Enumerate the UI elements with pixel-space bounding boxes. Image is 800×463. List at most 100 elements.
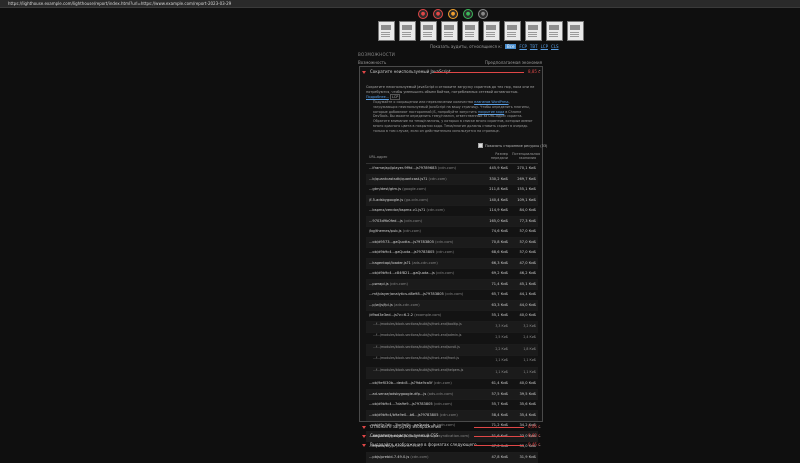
show-third-party-toggle[interactable]: Показать сторонние ресурсы (33) (478, 143, 547, 148)
audit-row[interactable]: Сократите неиспользуемый CSS0,63 с⌄ (362, 432, 542, 440)
table-subrow[interactable]: ...f.../modules/block-sections/build/js/… (366, 368, 538, 380)
table-subrow[interactable]: ...f.../modules/block-sections/build/js/… (366, 345, 538, 357)
resource-url[interactable]: ...f.../modules/block-sections/build/js/… (373, 323, 481, 327)
transfer-size: 61,4 КиБ (484, 379, 508, 389)
wordpress-plugins-link[interactable]: плагинов WordPress (474, 100, 508, 104)
resource-url[interactable]: ...pwrapi.js (cdn.com) (369, 280, 408, 290)
table-row[interactable]: /bg/themes/pub.js (cdn.com)74,6 КиБ57,0 … (366, 227, 538, 238)
table-row[interactable]: ...b/quantcastsdk/quantcast.js?1 (cdn.co… (366, 175, 538, 186)
resource-url[interactable]: ...ob/d9b9c4...gaQuota...js?9783805 (cdn… (369, 248, 454, 258)
resource-url[interactable]: ...ob/9ef030b...dedc8...js?9da9ca5f (cdn… (369, 379, 452, 389)
resource-url[interactable]: /bg/themes/pub.js (cdn.com) (369, 227, 421, 237)
potential-savings: 40,0 КиБ (510, 379, 536, 389)
potential-savings: 46,2 КиБ (510, 269, 536, 279)
transfer-size: 68,6 КиБ (484, 248, 508, 258)
resource-path: ...pbjs/prebid-7.49.0.js (369, 455, 409, 459)
chevron-down-icon[interactable]: ⌄ (538, 432, 541, 440)
url-text[interactable]: https://lighthouse.example.com/lighthous… (8, 0, 231, 7)
transfer-size: 70,8 КиБ (484, 238, 508, 248)
filmstrip-thumbnail (504, 21, 521, 41)
chevron-up-icon[interactable]: ⌃ (538, 68, 541, 76)
table-row[interactable]: ...ad-sense/adsbygoogle-dfp...js (ads-cd… (366, 390, 538, 401)
table-subrow[interactable]: ...f.../modules/block-sections/build/js/… (366, 356, 538, 368)
audit-row[interactable]: Отложите загрузку изображений0,06 с⌄ (362, 423, 542, 431)
third-party-checkbox[interactable] (478, 143, 483, 148)
table-row[interactable]: ...mf/player/analytics-d8e98...js?978380… (366, 290, 538, 301)
metric-filter-все[interactable]: Все (505, 44, 516, 49)
learn-more-link[interactable]: Подробнее... (366, 95, 389, 99)
table-row[interactable]: ...bspmx/vendor/bspmx.v1.js?1 (cdn.com) 1… (366, 206, 538, 217)
resource-url[interactable]: ...mf/player/analytics-d8e98...js?978380… (369, 290, 463, 300)
transfer-size: 74,6 КиБ (484, 227, 508, 237)
transfer-size: 140,4 КиБ (484, 196, 508, 206)
resource-url[interactable]: ...f.../modules/block-sections/build/js/… (373, 369, 481, 373)
code-coverage-link[interactable]: покрытие кода (478, 110, 504, 114)
resource-url[interactable]: ...f.../modules/block-sections/build/js/… (373, 334, 481, 338)
transfer-size: 66,3 КиБ (484, 259, 508, 269)
browser-address-bar[interactable]: https://lighthouse.example.com/lighthous… (0, 0, 800, 8)
transfer-size: 114,9 КиБ (484, 206, 508, 216)
resource-host: (ads-cdn.com) (412, 261, 438, 265)
resource-url[interactable]: ...9703d9b0fed...js (cdn.com) (369, 217, 422, 227)
resource-url[interactable]: ...ob/d9b9c4/b9a9e0...b6...js?9783805 (c… (369, 411, 458, 421)
pwa-icon[interactable]: ● (478, 9, 488, 19)
fail-triangle-icon (362, 435, 366, 438)
potential-savings: 1,8 КиБ (510, 348, 536, 352)
resource-url[interactable]: ...ob/d9b9c4...7da9e9...js?9783805 (cdn.… (369, 400, 452, 410)
resource-host: (ads-cdn.com) (427, 392, 453, 396)
resource-url[interactable]: ...bspmx/vendor/bspmx.v1.js?1 (cdn.com) (369, 206, 445, 216)
table-row[interactable]: ...gtm/dest/gtm.js (google.com)211,8 КиБ… (366, 185, 538, 196)
table-row[interactable]: ...ob/d9573...gaQuotta...js?9783805 (cdn… (366, 238, 538, 249)
resource-host: (cdn.com) (410, 455, 428, 459)
table-row[interactable]: ...ob/d9b9c4...gaQuota...js?9783805 (cdn… (366, 248, 538, 259)
table-row[interactable]: ...pbjs/prebid-7.49.0.js (cdn.com)47,8 К… (366, 453, 538, 463)
table-row[interactable]: ...ob/d9b9c4/b9a9e0...b6...js?9783805 (c… (366, 411, 538, 422)
table-row[interactable]: ...iframe/api/player-9f9d...js?9789683 (… (366, 164, 538, 175)
resource-url[interactable]: ...f.../modules/block-sections/build/js/… (373, 346, 481, 350)
seo-icon[interactable]: ● (463, 9, 473, 19)
audit-unused-javascript[interactable]: Сократите неиспользуемый JavaScript 8,85… (362, 68, 542, 76)
table-row[interactable]: ...pwrapi.js (cdn.com)71,4 КиБ45,1 КиБ (366, 280, 538, 291)
chevron-down-icon[interactable]: ⌄ (538, 423, 541, 431)
metric-filter-fcp[interactable]: FCP (519, 44, 527, 49)
table-row[interactable]: ...kagentapi/loader.js?1 (ads-cdn.com) 66… (366, 259, 538, 270)
resource-url[interactable]: ...ob/d9b9c4...c84f821...gaQuota...js (c… (369, 269, 454, 279)
resource-host: (ads-cdn.com) (394, 303, 420, 307)
table-row[interactable]: ...ob/d9b9c4...7da9e9...js?9783805 (cdn.… (366, 400, 538, 411)
resource-url[interactable]: ...gtm/dest/gtm.js (google.com) (369, 185, 426, 195)
table-subrow[interactable]: ...f.../modules/block-sections/build/js/… (366, 333, 538, 345)
resource-url[interactable]: ...kagentapi/loader.js?1 (ads-cdn.com) (369, 259, 438, 269)
table-row[interactable]: ...p/w/js/fpi.js (ads-cdn.com)63,3 КиБ44… (366, 301, 538, 312)
resource-url[interactable]: ...ad-sense/adsbygoogle-dfp...js (ads-cd… (369, 390, 453, 400)
savings-bar (474, 436, 524, 437)
filmstrip-thumbnail (546, 21, 563, 41)
chevron-down-icon[interactable]: ⌄ (538, 441, 541, 449)
potential-savings: 39,5 КиБ (510, 390, 536, 400)
resource-url[interactable]: ...b/quantcastsdk/quantcast.js?1 (cdn.co… (369, 175, 447, 185)
potential-savings: 57,0 КиБ (510, 248, 536, 258)
audit-row[interactable]: Выдавайте изображения в форматах следующ… (362, 441, 542, 449)
table-row[interactable]: ...ob/9ef030b...dedc8...js?9da9ca5f (cdn… (366, 379, 538, 390)
metric-filter-lcp[interactable]: LCP (541, 44, 548, 49)
table-row[interactable]: ...9703d9b0fed...js (cdn.com)165,0 КиБ77… (366, 217, 538, 228)
resource-url[interactable]: /d9ad3e3ed...js?v=6.2.2 (example.com) (369, 311, 441, 321)
best-practices-icon[interactable]: ● (448, 9, 458, 19)
performance-icon[interactable]: ● (418, 9, 428, 19)
resource-path: ...p/w/js/fpi.js (369, 303, 393, 307)
filmstrip-thumbnail (378, 21, 395, 41)
resource-url[interactable]: ...p/w/js/fpi.js (ads-cdn.com) (369, 301, 420, 311)
accessibility-icon[interactable]: ● (433, 9, 443, 19)
resource-host: (google.com) (402, 187, 426, 191)
metric-filter-tbt[interactable]: TBT (530, 44, 538, 49)
resource-url[interactable]: /f-5-adsbygoogle.js (ga-cdn.com) (369, 196, 428, 206)
table-row[interactable]: /f-5-adsbygoogle.js (ga-cdn.com) 140,4 Ки… (366, 196, 538, 207)
resource-url[interactable]: ...ob/d9573...gaQuotta...js?9783805 (cdn… (369, 238, 453, 248)
resource-url[interactable]: ...f.../modules/block-sections/build/js/… (373, 357, 481, 361)
table-row[interactable]: ...ob/d9b9c4...c84f821...gaQuota...js (c… (366, 269, 538, 280)
resource-url[interactable]: ...iframe/api/player-9f9d...js?9789683 (… (369, 164, 456, 174)
metric-filter-cls[interactable]: CLS (551, 44, 559, 49)
savings-bar (434, 72, 524, 73)
table-subrow[interactable]: ...f.../modules/block-sections/build/js/… (366, 322, 538, 334)
table-row[interactable]: /d9ad3e3ed...js?v=6.2.2 (example.com)55,… (366, 311, 538, 322)
resource-url[interactable]: ...pbjs/prebid-7.49.0.js (cdn.com) (369, 453, 429, 463)
